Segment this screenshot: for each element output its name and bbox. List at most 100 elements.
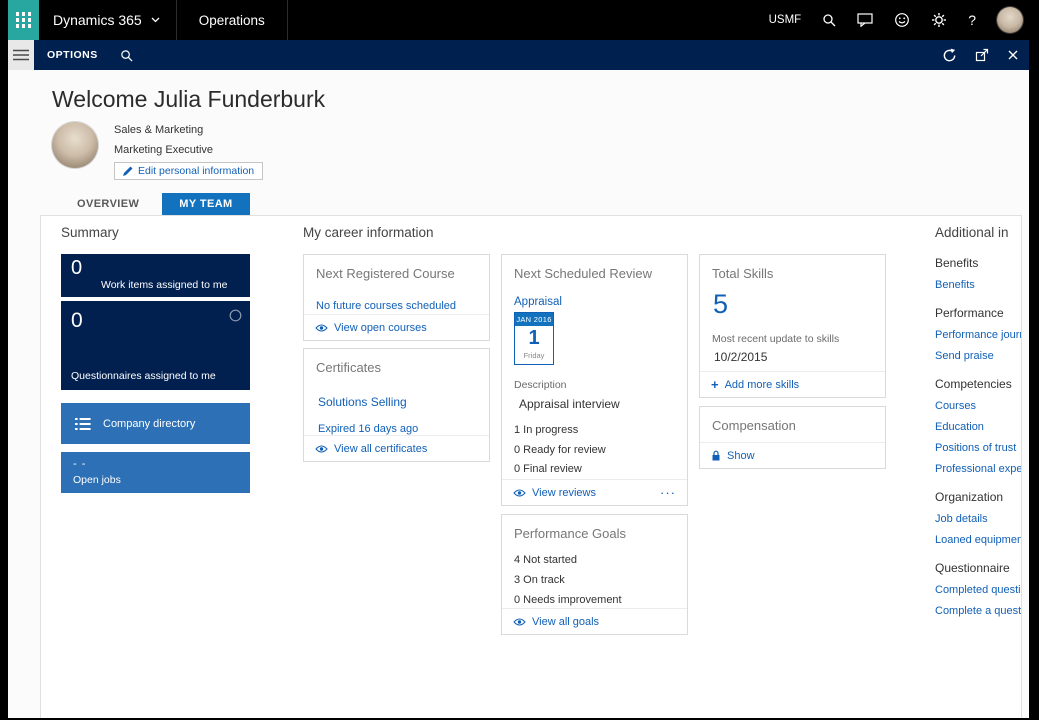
footer-link-label: View reviews [532, 486, 596, 499]
nav-menu-button[interactable] [8, 40, 34, 70]
app-launcher-button[interactable] [8, 0, 39, 40]
app-window: Dynamics 365 Operations USMF ? OPTIONS W… [8, 0, 1029, 718]
view-reviews-link[interactable]: View reviews ··· [502, 479, 687, 505]
chevron-down-icon [151, 17, 160, 23]
card-title: Compensation [712, 418, 796, 433]
help-button[interactable]: ? [968, 12, 976, 28]
view-all-goals-link[interactable]: View all goals [502, 608, 687, 634]
options-menu[interactable]: OPTIONS [47, 49, 98, 61]
questionnaires-count: 0 [71, 309, 83, 332]
link-education[interactable]: Education [935, 421, 1021, 433]
work-items-count: 0 [71, 257, 83, 279]
link-benefits[interactable]: Benefits [935, 279, 1021, 291]
card-title: Next Registered Course [316, 266, 455, 281]
more-options-button[interactable]: ··· [660, 485, 676, 500]
card-title: Total Skills [712, 266, 774, 281]
app-name-tab[interactable]: Operations [175, 0, 288, 40]
next-registered-course-card: Next Registered Course No future courses… [303, 254, 490, 341]
smiley-icon [895, 13, 910, 27]
popout-icon [975, 48, 989, 62]
questionnaires-tile[interactable]: 0 Questionnaires assigned to me [61, 301, 250, 390]
eye-icon [315, 324, 328, 331]
calendar-weekday: Friday [523, 351, 545, 360]
link-job-details[interactable]: Job details [935, 513, 1021, 525]
eye-icon [513, 618, 526, 625]
work-items-tile[interactable]: 0 Work items assigned to me [61, 254, 250, 297]
link-complete-questionnaire[interactable]: Complete a questi [935, 605, 1021, 617]
section-questionnaire: Questionnaire Completed questio Complete… [935, 561, 1021, 617]
nav-search-button[interactable] [120, 49, 133, 62]
open-jobs-label: Open jobs [73, 474, 121, 486]
section-title: Questionnaire [935, 561, 1010, 575]
close-icon [1008, 50, 1018, 60]
next-scheduled-review-card: Next Scheduled Review Appraisal JAN 2016… [501, 254, 688, 506]
footer-link-label: View all certificates [334, 442, 428, 455]
settings-button[interactable] [931, 12, 947, 28]
open-in-new-window-button[interactable] [975, 48, 989, 62]
review-stat: 0 Ready for review [514, 444, 606, 456]
company-directory-tile[interactable]: Company directory [61, 403, 250, 444]
page-content: Welcome Julia Funderburk Sales & Marketi… [8, 70, 1029, 718]
skills-updated-date: 10/2/2015 [714, 350, 768, 364]
goal-stat: 3 On track [514, 574, 565, 586]
feedback-button[interactable] [894, 12, 910, 28]
calendar-month: JAN 2016 [515, 313, 553, 326]
link-performance-journal[interactable]: Performance journ [935, 329, 1021, 341]
compensation-card: Compensation Show [699, 406, 886, 469]
goal-stat: 0 Needs improvement [514, 594, 622, 606]
edit-personal-info-button[interactable]: Edit personal information [114, 162, 264, 180]
card-title: Performance Goals [514, 526, 626, 541]
additional-info-column: Additional in Benefits Benefits Performa… [935, 225, 1021, 632]
user-avatar[interactable] [997, 7, 1023, 33]
description-value: Appraisal interview [519, 397, 620, 411]
app-name-label: Operations [198, 12, 265, 28]
footer-link-label: Add more skills [724, 378, 800, 391]
questionnaires-label: Questionnaires assigned to me [71, 370, 216, 382]
close-button[interactable] [1007, 49, 1019, 61]
add-more-skills-link[interactable]: + Add more skills [700, 371, 885, 397]
tab-my-team[interactable]: MY TEAM [162, 193, 250, 215]
page-tabs: OVERVIEW MY TEAM [60, 193, 250, 215]
lock-icon [712, 450, 720, 460]
refresh-icon [943, 48, 956, 61]
chat-icon [857, 13, 873, 27]
link-completed-questionnaires[interactable]: Completed questio [935, 584, 1021, 596]
performance-goals-card: Performance Goals 4 Not started 3 On tra… [501, 514, 688, 635]
work-items-label: Work items assigned to me [101, 279, 228, 291]
action-bar: OPTIONS [8, 40, 1029, 70]
section-title: Performance [935, 306, 1004, 320]
link-send-praise[interactable]: Send praise [935, 350, 1021, 362]
brand-label: Dynamics 365 [53, 12, 142, 28]
link-professional-experience[interactable]: Professional exper [935, 463, 1021, 475]
review-date-calendar: JAN 2016 1 Friday [514, 312, 554, 365]
section-organization: Organization Job details Loaned equipmen [935, 490, 1021, 546]
tab-overview[interactable]: OVERVIEW [60, 193, 156, 215]
link-courses[interactable]: Courses [935, 400, 1021, 412]
view-all-certificates-link[interactable]: View all certificates [304, 435, 489, 461]
messages-button[interactable] [857, 13, 873, 27]
link-positions-of-trust[interactable]: Positions of trust [935, 442, 1021, 454]
link-loaned-equipment[interactable]: Loaned equipmen [935, 534, 1021, 546]
certificate-name-link[interactable]: Solutions Selling [318, 395, 407, 409]
job-title-label: Marketing Executive [114, 144, 214, 156]
additional-heading: Additional in [935, 225, 1009, 240]
profile-photo [52, 122, 98, 168]
section-benefits: Benefits Benefits [935, 256, 1021, 291]
open-jobs-tile[interactable]: - - Open jobs [61, 452, 250, 493]
company-selector[interactable]: USMF [769, 14, 802, 26]
no-courses-message: No future courses scheduled [316, 300, 457, 312]
footer-link-label: View all goals [532, 615, 600, 628]
show-compensation-link[interactable]: Show [700, 442, 885, 468]
status-circle-icon [229, 309, 242, 322]
section-title: Benefits [935, 256, 979, 270]
brand-menu[interactable]: Dynamics 365 [53, 12, 160, 28]
refresh-button[interactable] [942, 48, 957, 63]
card-title: Next Scheduled Review [514, 266, 653, 281]
review-stat: 0 Final review [514, 463, 582, 475]
review-type-link[interactable]: Appraisal [514, 296, 562, 308]
skills-count: 5 [713, 289, 729, 319]
search-button[interactable] [822, 13, 836, 27]
topbar-actions: USMF ? [769, 7, 1029, 33]
navbar-actions [942, 48, 1029, 63]
view-open-courses-link[interactable]: View open courses [304, 314, 489, 340]
